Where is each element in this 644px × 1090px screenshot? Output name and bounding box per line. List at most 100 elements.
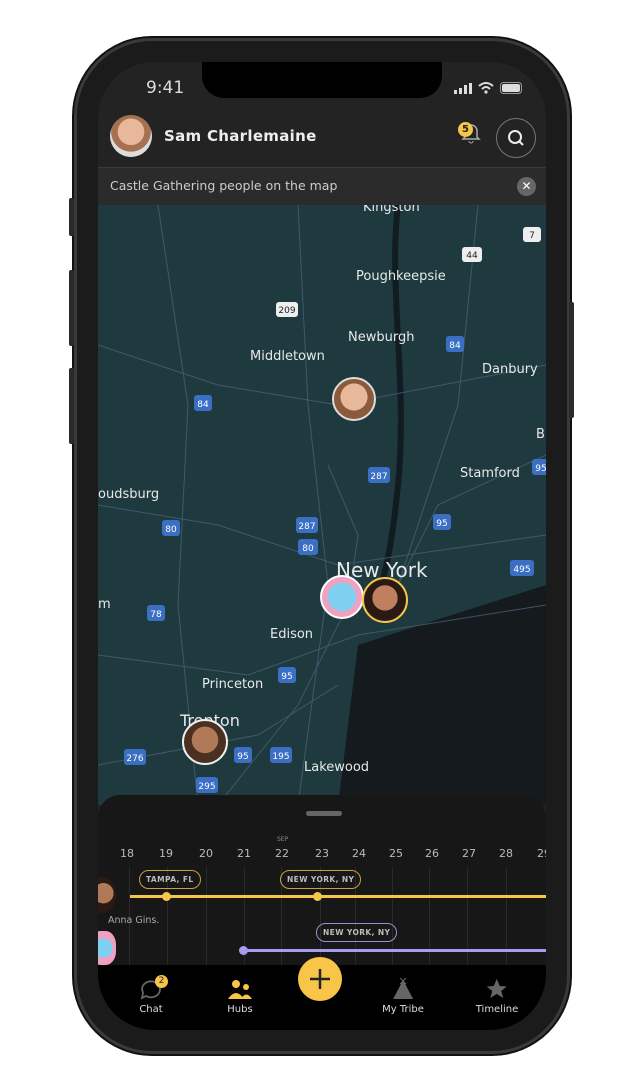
drag-handle[interactable]	[306, 811, 342, 816]
user-pin[interactable]	[332, 377, 376, 421]
city-label: Middletown	[250, 349, 325, 364]
city-label: Lakewood	[304, 760, 369, 775]
day-label: 24	[352, 847, 366, 860]
location-pill[interactable]: NEW YORK, NY	[280, 870, 362, 889]
nav-label: Timeline	[475, 1004, 519, 1015]
status-icons	[454, 82, 524, 94]
search-button[interactable]	[496, 118, 536, 158]
svg-text:95: 95	[436, 519, 447, 529]
location-pill[interactable]: TAMPA, FL	[139, 870, 201, 889]
svg-text:287: 287	[370, 472, 387, 482]
map-canvas[interactable]: Kingston Poughkeepsie Newburgh Middletow…	[98, 200, 546, 806]
nav-label: Hubs	[227, 1004, 253, 1015]
user-name: Sam Charlemaine	[164, 127, 317, 145]
info-banner: Castle Gathering people on the map ✕	[98, 167, 546, 205]
svg-text:295: 295	[198, 782, 215, 792]
highway-shield: 287	[368, 467, 390, 483]
timeline-stop[interactable]	[239, 946, 248, 955]
volume-down	[69, 368, 74, 444]
svg-text:7: 7	[529, 231, 535, 241]
nav-chat[interactable]: 2 Chat	[139, 975, 168, 1015]
day-label: 25	[389, 847, 403, 860]
svg-text:95: 95	[237, 752, 248, 762]
map-view[interactable]: Kingston Poughkeepsie Newburgh Middletow…	[98, 200, 546, 806]
city-label: Edison	[270, 627, 313, 642]
city-label: Danbury	[482, 362, 538, 377]
svg-text:287: 287	[298, 522, 315, 532]
nav-label: Chat	[139, 1004, 163, 1015]
highway-shield: 95	[234, 747, 252, 763]
timeline-sheet: SEP 18 19 20 21 22 23 24 25 26 27 28 29 …	[98, 795, 546, 977]
svg-text:44: 44	[466, 251, 478, 261]
notch	[202, 62, 442, 98]
svg-text:95: 95	[281, 672, 292, 682]
tent-icon	[392, 977, 413, 999]
banner-text: Castle Gathering people on the map	[110, 178, 338, 193]
city-label: B	[536, 427, 545, 442]
highway-shield: 44	[462, 247, 482, 262]
battery-icon	[500, 82, 522, 94]
day-label: 22	[275, 847, 289, 860]
timeline-stop[interactable]	[313, 892, 322, 901]
city-label: oudsburg	[98, 487, 159, 502]
wifi-icon	[478, 82, 494, 94]
highway-shield: 287	[296, 517, 318, 533]
highway-shield: 80	[162, 520, 180, 536]
cat-avatar[interactable]	[98, 931, 116, 965]
day-label: 27	[462, 847, 476, 860]
hubs-icon	[228, 980, 252, 999]
day-label: 21	[237, 847, 251, 860]
star-icon	[487, 979, 507, 998]
person-pin[interactable]	[362, 577, 408, 623]
city-label: m	[98, 597, 111, 612]
city-label: Stamford	[460, 466, 520, 481]
timeline-track	[130, 895, 546, 898]
location-pill[interactable]: NEW YORK, NY	[316, 923, 398, 942]
svg-text:95: 95	[535, 464, 546, 474]
volume-up	[69, 270, 74, 346]
mute-switch	[69, 198, 74, 236]
highway-shield: 84	[194, 395, 212, 411]
close-banner-button[interactable]: ✕	[517, 177, 536, 196]
nav-label: My Tribe	[382, 1004, 424, 1015]
signal-icon	[454, 82, 472, 94]
svg-text:495: 495	[513, 565, 530, 575]
day-label: 28	[499, 847, 513, 860]
svg-text:80: 80	[165, 525, 177, 535]
highway-shield: 295	[196, 777, 218, 793]
highway-shield: 7	[523, 227, 541, 242]
screen: 9:41 Sam Charlemaine 5 Castle Gathering …	[98, 62, 546, 1030]
svg-text:195: 195	[272, 752, 289, 762]
nav-timeline[interactable]: Timeline	[475, 977, 519, 1015]
notification-badge: 5	[458, 122, 473, 137]
cat-avatar-pin[interactable]	[320, 575, 364, 619]
person-avatar[interactable]	[98, 877, 116, 913]
day-label: 26	[425, 847, 439, 860]
add-button[interactable]	[298, 957, 342, 1001]
user-avatar[interactable]	[110, 115, 152, 157]
city-label: Princeton	[202, 677, 263, 692]
day-label: 19	[159, 847, 173, 860]
month-label: SEP	[277, 836, 289, 843]
highway-shield: 195	[270, 747, 292, 763]
city-label: Newburgh	[348, 330, 414, 345]
person-pin[interactable]	[182, 719, 228, 765]
nav-my-tribe[interactable]: My Tribe	[382, 977, 424, 1015]
timeline-stop[interactable]	[162, 892, 171, 901]
svg-text:80: 80	[302, 544, 314, 554]
highway-shield: 276	[124, 749, 146, 765]
svg-text:78: 78	[150, 610, 162, 620]
day-label: 18	[120, 847, 134, 860]
app-header: Sam Charlemaine 5	[98, 106, 546, 166]
svg-text:84: 84	[449, 341, 461, 351]
highway-shield: 80	[298, 539, 318, 555]
nav-hubs[interactable]: Hubs	[227, 977, 253, 1015]
day-label: 20	[199, 847, 213, 860]
highway-shield: 84	[446, 336, 464, 352]
search-icon	[508, 130, 524, 146]
person-name: Anna Gins.	[108, 915, 160, 926]
highway-shield: 95	[433, 514, 451, 530]
svg-text:209: 209	[278, 306, 295, 316]
power-button	[569, 302, 574, 418]
city-label: Kingston	[363, 205, 420, 215]
